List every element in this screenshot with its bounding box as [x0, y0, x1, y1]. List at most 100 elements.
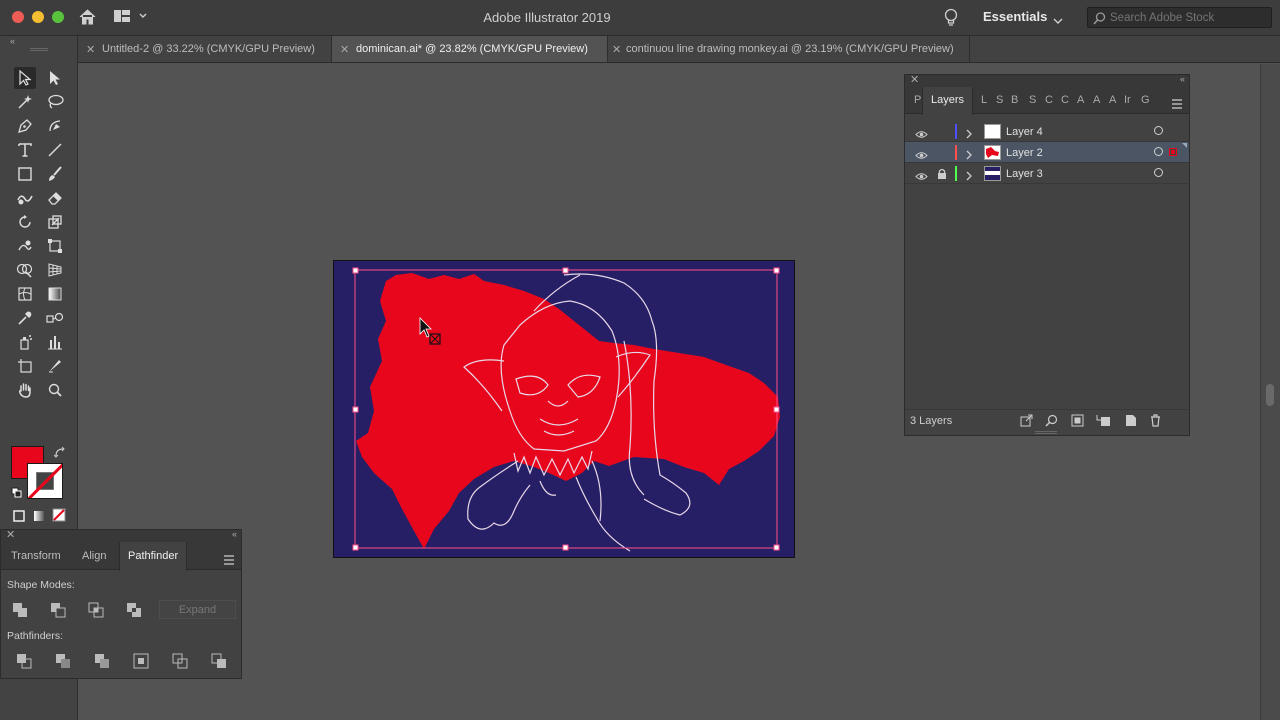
minus-front-icon[interactable]: [50, 602, 66, 618]
chevron-down-icon[interactable]: [1053, 12, 1063, 30]
outline-icon[interactable]: [172, 653, 188, 669]
expand-chevron-icon[interactable]: [965, 168, 973, 186]
tab-align[interactable]: Align: [82, 550, 106, 562]
rotate-tool-icon[interactable]: [14, 211, 36, 233]
stroke-color-swatch[interactable]: [27, 463, 63, 499]
lightbulb-icon[interactable]: [943, 8, 959, 33]
curvature-tool-icon[interactable]: [44, 115, 66, 137]
merge-icon[interactable]: [94, 653, 110, 669]
direct-selection-tool-icon[interactable]: [44, 67, 66, 89]
tab-brushes[interactable]: B: [1011, 94, 1018, 106]
layer-row-3[interactable]: Layer 3: [905, 163, 1189, 184]
line-segment-tool-icon[interactable]: [44, 139, 66, 161]
paintbrush-tool-icon[interactable]: [44, 163, 66, 185]
crop-icon[interactable]: [133, 653, 149, 669]
divide-icon[interactable]: [16, 653, 32, 669]
panel-grip[interactable]: [30, 48, 48, 51]
gradient-mode-icon[interactable]: [33, 509, 45, 527]
close-tab-icon[interactable]: ✕: [612, 43, 621, 56]
column-graph-tool-icon[interactable]: [44, 331, 66, 353]
export-icon[interactable]: [1020, 414, 1034, 432]
collapse-panel-icon[interactable]: «: [232, 529, 237, 539]
pen-tool-icon[interactable]: [14, 115, 36, 137]
stock-search-box[interactable]: [1087, 7, 1272, 28]
collapse-panel-icon[interactable]: «: [1180, 74, 1185, 84]
none-mode-icon[interactable]: [52, 508, 66, 527]
eyedropper-tool-icon[interactable]: [14, 307, 36, 329]
vertical-scrollbar[interactable]: [1260, 64, 1280, 720]
delete-layer-icon[interactable]: [1149, 414, 1162, 432]
search-input[interactable]: [1110, 10, 1268, 25]
blend-tool-icon[interactable]: [44, 307, 66, 329]
symbol-sprayer-tool-icon[interactable]: [14, 331, 36, 353]
clipping-mask-icon[interactable]: [1071, 414, 1084, 432]
tab-graphic-styles[interactable]: G: [1141, 94, 1150, 106]
tab-color[interactable]: C: [1045, 94, 1053, 106]
tab-swatches[interactable]: S: [996, 94, 1003, 106]
tab-dominican[interactable]: ✕ dominican.ai* @ 23.82% (CMYK/GPU Previ…: [332, 36, 608, 62]
lock-icon[interactable]: [937, 167, 947, 185]
rectangle-tool-icon[interactable]: [14, 163, 36, 185]
lasso-tool-icon[interactable]: [44, 91, 66, 113]
type-tool-icon[interactable]: [14, 139, 36, 161]
selection-tool-icon[interactable]: [14, 67, 36, 89]
tab-monkey[interactable]: ✕ continuou line drawing monkey.ai @ 23.…: [608, 36, 970, 62]
tab-artboards[interactable]: A: [1093, 94, 1100, 106]
magic-wand-tool-icon[interactable]: [14, 91, 36, 113]
shaper-tool-icon[interactable]: [14, 187, 36, 209]
swap-fill-stroke-icon[interactable]: [53, 446, 66, 464]
scale-tool-icon[interactable]: [44, 211, 66, 233]
hand-tool-icon[interactable]: [14, 379, 36, 401]
minus-back-icon[interactable]: [211, 653, 227, 669]
close-tab-icon[interactable]: ✕: [86, 43, 95, 56]
target-circle-icon[interactable]: [1154, 126, 1163, 135]
target-circle-icon[interactable]: [1154, 147, 1163, 156]
close-panel-icon[interactable]: ✕: [6, 528, 15, 541]
tab-transform[interactable]: Transform: [11, 550, 61, 562]
panel-menu-icon[interactable]: [1171, 96, 1183, 114]
gradient-tool-icon[interactable]: [44, 283, 66, 305]
tab-symbols[interactable]: S: [1029, 94, 1036, 106]
tab-libraries[interactable]: L: [981, 94, 987, 106]
tab-appearance[interactable]: A: [1077, 94, 1084, 106]
workspace-menu[interactable]: Essentials: [983, 9, 1047, 24]
slice-tool-icon[interactable]: [44, 355, 66, 377]
tab-layers[interactable]: Layers: [922, 87, 974, 115]
expand-button[interactable]: Expand: [159, 600, 236, 619]
unite-icon[interactable]: [12, 602, 28, 618]
tab-properties[interactable]: P: [914, 94, 921, 106]
warp-tool-icon[interactable]: [14, 235, 36, 257]
collapse-panel-icon[interactable]: «: [10, 36, 15, 46]
close-tab-icon[interactable]: ✕: [340, 43, 349, 56]
artboard-tool-icon[interactable]: [14, 355, 36, 377]
selection-indicator[interactable]: [1169, 148, 1177, 156]
eraser-tool-icon[interactable]: [44, 187, 66, 209]
zoom-tool-icon[interactable]: [44, 379, 66, 401]
layer-name[interactable]: Layer 4: [1006, 126, 1043, 138]
scrollbar-thumb[interactable]: [1266, 384, 1274, 406]
trim-icon[interactable]: [55, 653, 71, 669]
perspective-grid-tool-icon[interactable]: [44, 259, 66, 281]
tab-color-guide[interactable]: C: [1061, 94, 1069, 106]
exclude-icon[interactable]: [126, 602, 142, 618]
intersect-icon[interactable]: [88, 602, 104, 618]
layer-row-4[interactable]: Layer 4: [905, 121, 1189, 142]
default-fill-stroke-icon[interactable]: [11, 486, 23, 504]
close-panel-icon[interactable]: ✕: [910, 73, 919, 86]
color-mode-icon[interactable]: [13, 509, 25, 527]
target-circle-icon[interactable]: [1154, 168, 1163, 177]
new-sublayer-icon[interactable]: [1096, 414, 1111, 432]
new-layer-icon[interactable]: [1124, 414, 1137, 432]
shape-builder-tool-icon[interactable]: [14, 259, 36, 281]
panel-resize-grip[interactable]: [1035, 431, 1057, 434]
tab-image-trace[interactable]: Ir: [1124, 94, 1131, 106]
artboard[interactable]: [333, 260, 795, 558]
panel-menu-icon[interactable]: [223, 552, 235, 570]
tab-asset-export[interactable]: A: [1109, 94, 1116, 106]
mesh-tool-icon[interactable]: [14, 283, 36, 305]
tab-pathfinder[interactable]: Pathfinder: [119, 542, 188, 571]
layer-name[interactable]: Layer 3: [1006, 168, 1043, 180]
tab-untitled-2[interactable]: ✕ Untitled-2 @ 33.22% (CMYK/GPU Preview): [78, 36, 332, 62]
locate-object-icon[interactable]: [1045, 414, 1058, 432]
free-transform-tool-icon[interactable]: [44, 235, 66, 257]
